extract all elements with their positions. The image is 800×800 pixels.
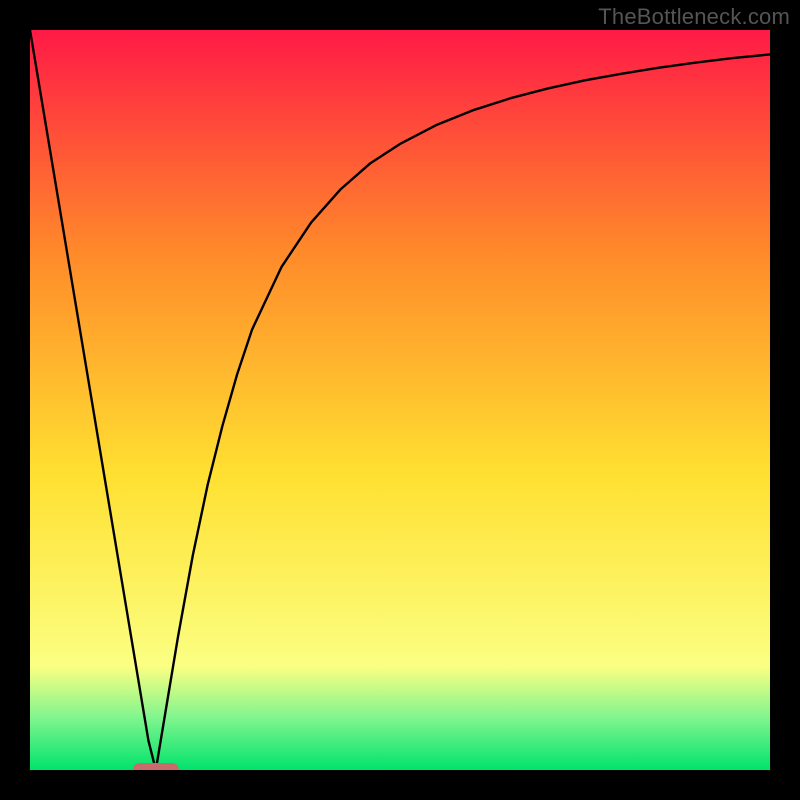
chart-svg (30, 30, 770, 770)
plot-area (30, 30, 770, 770)
optimal-marker (133, 763, 179, 770)
attribution-text: TheBottleneck.com (598, 4, 790, 30)
gradient-background (30, 30, 770, 770)
chart-frame: TheBottleneck.com (0, 0, 800, 800)
